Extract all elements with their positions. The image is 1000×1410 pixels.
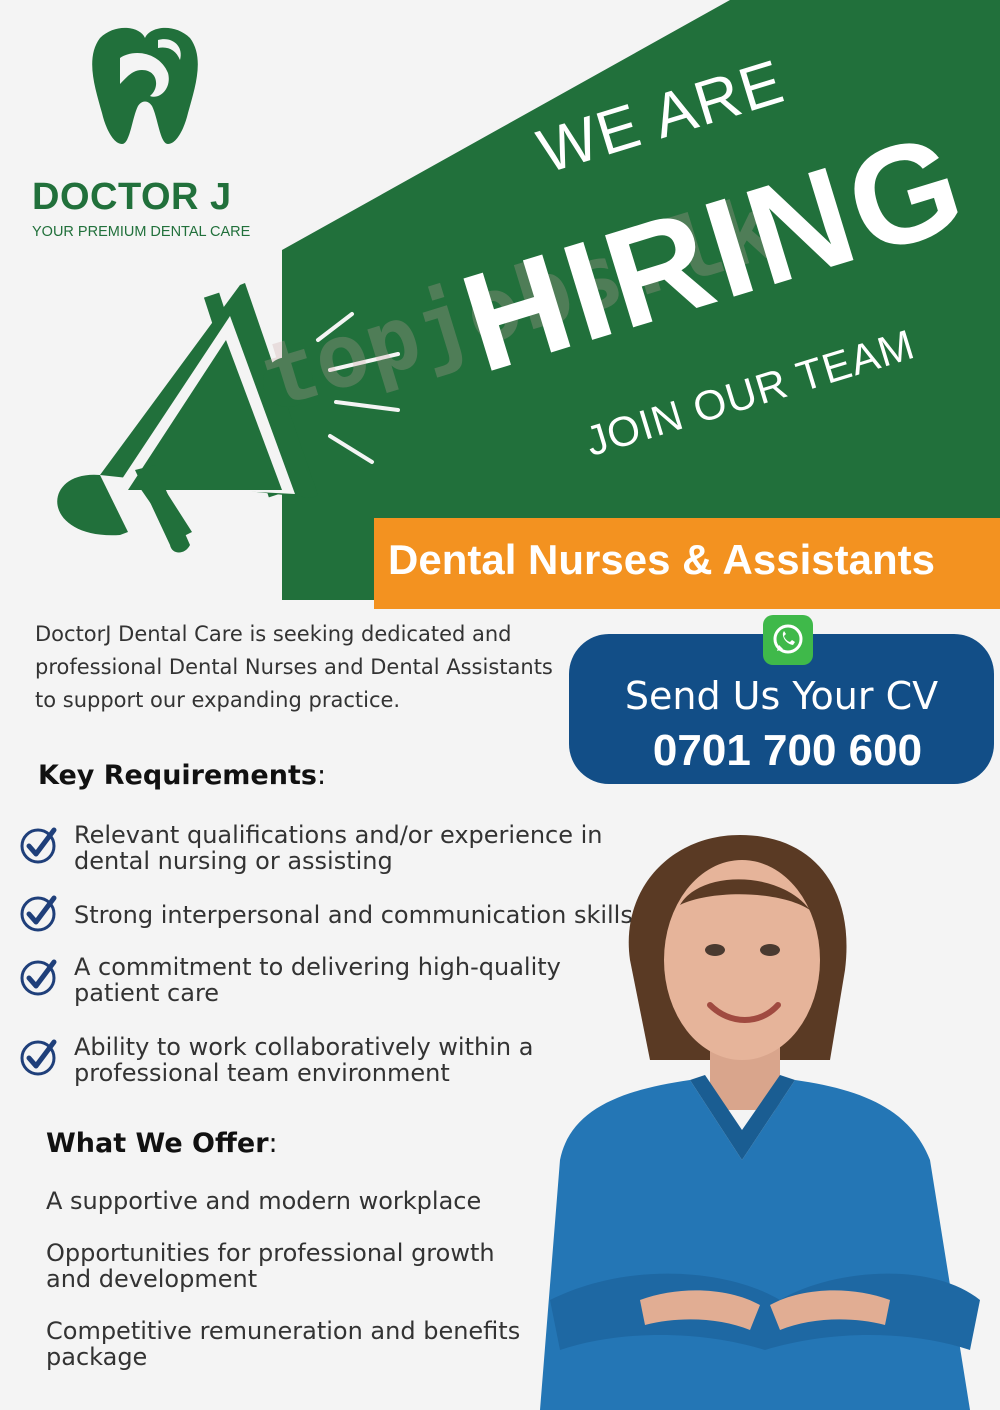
nurse-photo [540, 835, 980, 1410]
position-title: Dental Nurses & Assistants [388, 536, 935, 583]
requirements-heading: Key Requirements: [38, 760, 327, 791]
contact-label: Send Us Your CV [624, 674, 939, 718]
offer-list: A supportive and modern workplace Opport… [46, 1188, 566, 1370]
check-circle-icon [20, 895, 57, 932]
check-circle-icon [20, 827, 57, 864]
tooth-logo-icon [92, 27, 198, 144]
brand-logo: DOCTOR J YOUR PREMIUM DENTAL CARE [28, 18, 268, 240]
check-circle-icon [20, 959, 57, 996]
offer-item: Competitive remuneration and benefits pac… [46, 1317, 521, 1371]
brand-name: DOCTOR J [32, 176, 232, 218]
job-poster: topjobs.lk DOCTOR J YOUR PREMIUM DENTAL … [0, 0, 1000, 1410]
position-banner: Dental Nurses & Assistants [374, 518, 1000, 609]
offer-heading: What We Offer: [46, 1128, 278, 1159]
check-circle-icon [20, 1039, 57, 1076]
offer-item: Opportunities for professional growth and… [46, 1239, 495, 1293]
offer-item: A supportive and modern workplace [46, 1187, 482, 1215]
whatsapp-icon[interactable] [763, 615, 813, 665]
intro-paragraph: DoctorJ Dental Care is seeking dedicated… [35, 622, 553, 712]
contact-phone[interactable]: 0701 700 600 [569, 726, 1000, 776]
brand-tagline: YOUR PREMIUM DENTAL CARE [32, 224, 251, 240]
